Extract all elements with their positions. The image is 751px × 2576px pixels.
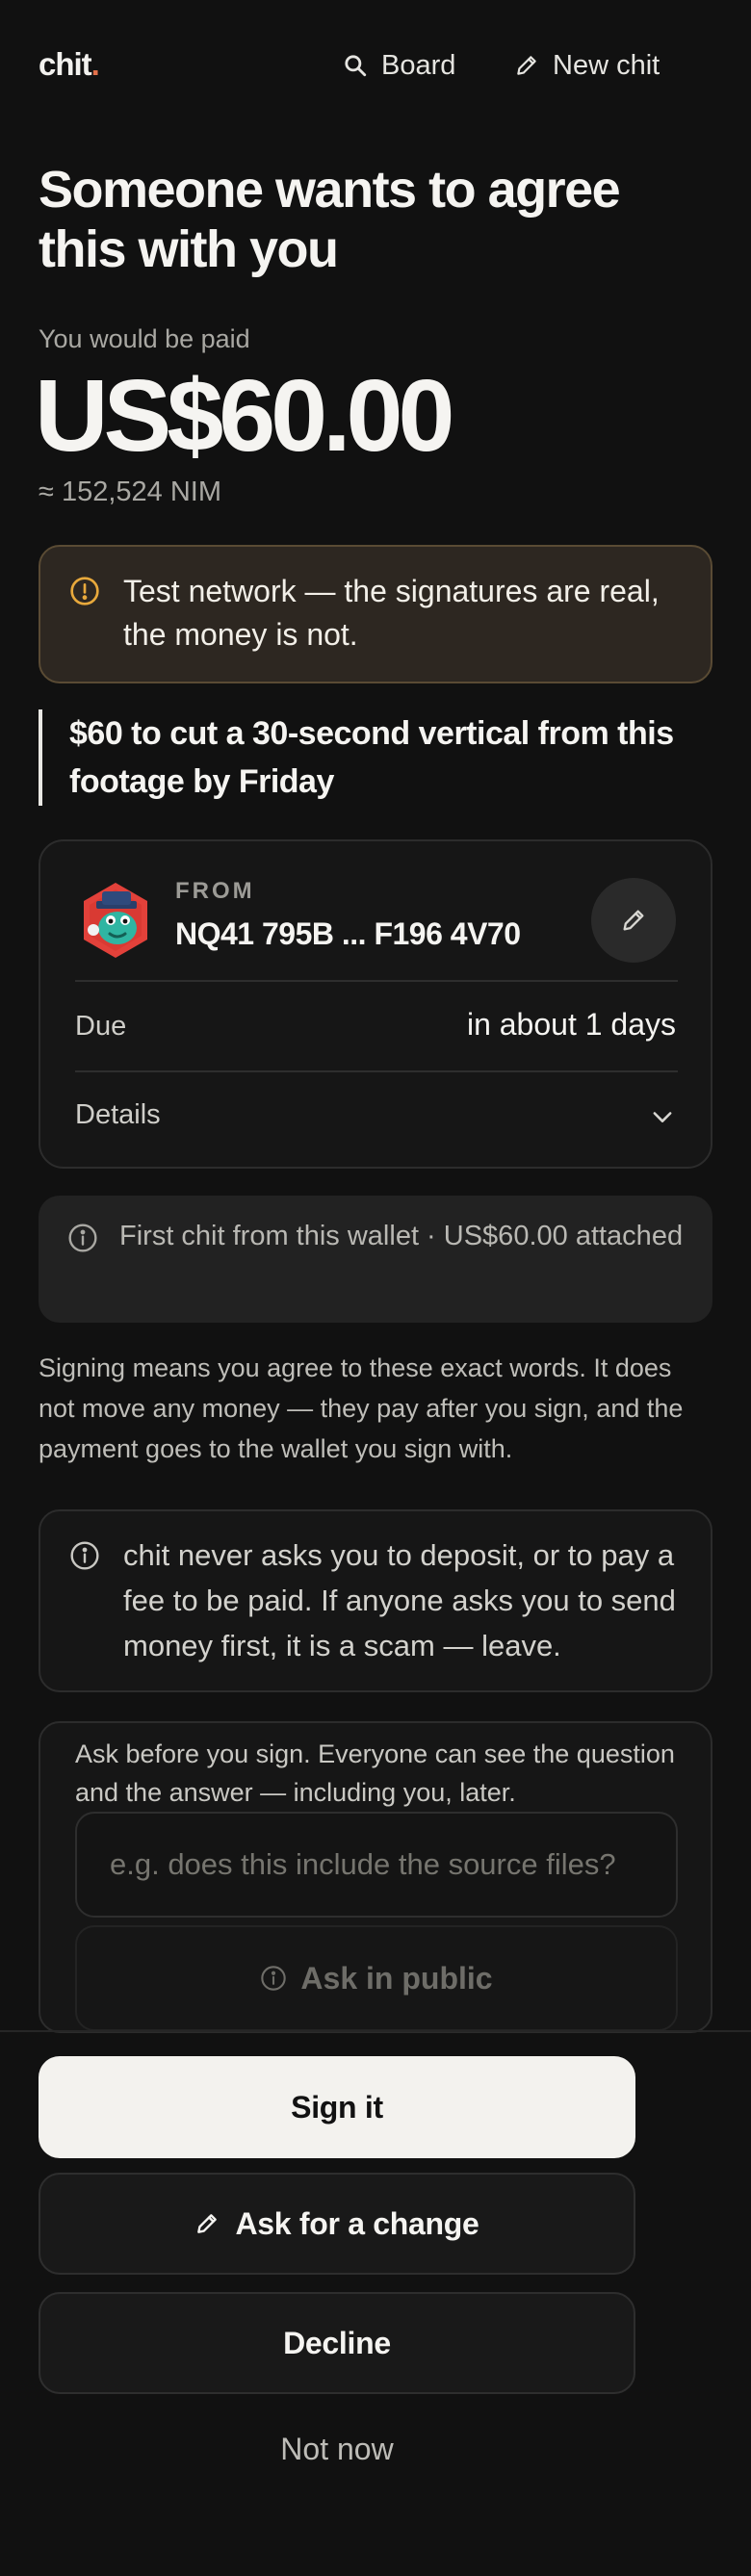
due-value: in about 1 days xyxy=(466,1007,676,1042)
logo-text: chit xyxy=(39,46,92,82)
edit-sender-button[interactable] xyxy=(591,878,676,963)
nim-amount: ≈ 152,524 NIM xyxy=(39,477,222,507)
ask-in-public-label: Ask in public xyxy=(300,1960,493,1996)
warning-icon xyxy=(70,577,99,605)
ask-question-panel: Ask before you sign. Everyone can see th… xyxy=(39,1721,712,2033)
sign-label: Sign it xyxy=(291,2089,383,2125)
warning-text: Test network — the signatures are real, … xyxy=(123,574,660,652)
from-label: FROM xyxy=(175,878,255,904)
page-title: Someone wants to agree this with you xyxy=(39,161,621,278)
new-chit-link[interactable]: New chit xyxy=(514,48,660,83)
pencil-icon xyxy=(517,56,536,75)
card-divider xyxy=(75,980,678,982)
agreement-terms: $60 to cut a 30-second vertical from thi… xyxy=(39,709,712,806)
scam-warning: chit never asks you to deposit, or to pa… xyxy=(39,1509,712,1692)
due-label: Due xyxy=(75,1011,127,1042)
info-icon xyxy=(68,1224,97,1252)
info-icon xyxy=(261,1966,287,1991)
ask-for-change-button[interactable]: Ask for a change xyxy=(39,2173,635,2275)
paid-label: You would be paid xyxy=(39,324,250,353)
not-now-button[interactable]: Not now xyxy=(39,2432,635,2467)
details-toggle[interactable]: Details xyxy=(75,1099,161,1131)
board-link[interactable]: Board xyxy=(343,48,455,83)
action-bar-divider xyxy=(0,2030,751,2032)
card-divider xyxy=(75,1070,678,1072)
signing-note: Signing means you agree to these exact w… xyxy=(39,1353,684,1463)
question-input[interactable] xyxy=(75,1812,678,1918)
pencil-icon xyxy=(623,910,644,931)
board-label: Board xyxy=(381,49,456,81)
first-chit-info: First chit from this wallet · US$60.00 a… xyxy=(39,1196,712,1323)
new-chit-label: New chit xyxy=(553,49,660,81)
agreement-card: FROM NQ41 795B ... F196 4V70 Due in abou… xyxy=(39,839,712,1169)
chevron-down-icon[interactable] xyxy=(649,1103,676,1130)
decline-button[interactable]: Decline xyxy=(39,2292,635,2394)
logo-dot: . xyxy=(91,46,100,82)
decline-label: Decline xyxy=(283,2325,391,2360)
info-icon xyxy=(70,1541,99,1570)
ask-for-change-label: Ask for a change xyxy=(235,2205,479,2241)
scam-text: chit never asks you to deposit, or to pa… xyxy=(123,1538,676,1662)
sign-button[interactable]: Sign it xyxy=(39,2056,635,2158)
ask-description: Ask before you sign. Everyone can see th… xyxy=(75,1739,675,1807)
payment-amount: US$60.00 xyxy=(35,359,454,473)
from-address: NQ41 795B ... F196 4V70 xyxy=(175,916,521,951)
ask-in-public-button[interactable]: Ask in public xyxy=(75,1925,678,2031)
test-network-warning: Test network — the signatures are real, … xyxy=(39,545,712,683)
pencil-icon xyxy=(197,2214,218,2233)
avatar xyxy=(84,883,147,958)
chit-logo[interactable]: chit. xyxy=(39,46,100,83)
info-text: First chit from this wallet · US$60.00 a… xyxy=(119,1221,684,1251)
search-icon xyxy=(345,55,367,77)
